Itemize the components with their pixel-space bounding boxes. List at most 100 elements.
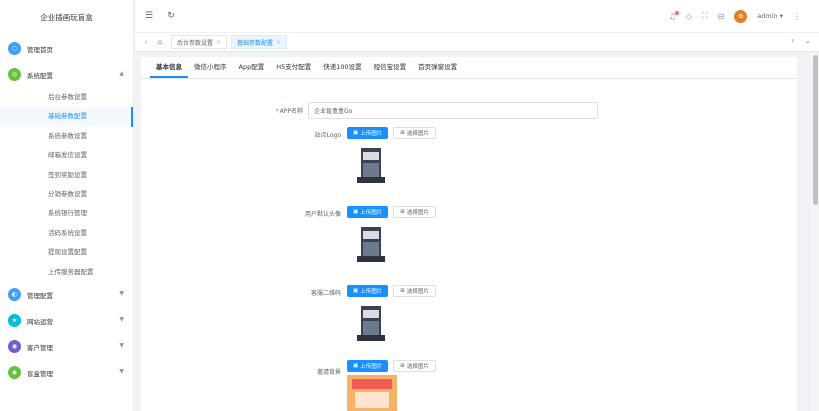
sidebar-subitem[interactable]: 签到奖励设置 [0,166,133,185]
field-label: 用户默认头像 [304,211,341,218]
tag-label: 基础参数配置 [237,39,274,47]
settings-tabs: 基本信息 微信小程序 App配置 H5支付配置 快递100设置 短信宝设置 首页… [141,57,797,79]
gear-icon: ◎ [8,68,21,81]
logo-preview[interactable] [349,144,393,187]
select-image-button[interactable]: ⊞ 选择图片 [393,360,436,372]
tab-h5-payment[interactable]: H5支付配置 [270,57,317,78]
bell-icon[interactable]: ♫ [669,10,679,21]
sidebar-item-home[interactable]: ○ 管理首页 [0,36,133,62]
sidebar: 企业插画玩盲盒 ○ 管理首页 ◎ 系统配置 ▲ 后台参数设置 基础参数配置 系统参数… [0,0,134,411]
star-icon: ★ [8,313,21,327]
select-image-button[interactable]: ⊞ 选择图片 [393,285,436,297]
chevron-down-icon: ▼ [119,315,124,323]
box-icon: ◆ [8,365,21,379]
tag-label: 后台参数设置 [177,39,214,47]
gallery-icon: ⊞ [400,209,405,215]
manage-icon: ◐ [8,287,21,301]
select-image-button[interactable]: ⊞ 选择图片 [393,127,436,139]
field-label: 站点Logo [314,132,341,139]
sidebar-subitem[interactable]: 上传服务器配置 [0,263,133,282]
tags-controls: › ⌄ [791,36,811,45]
image-icon: ▣ [353,363,359,369]
upload-button[interactable]: ▣ 上传图片 [347,206,389,218]
more-icon[interactable]: ⋮ [793,12,801,21]
sidebar-item-label: 管理配置 [27,291,53,300]
chevron-left-icon[interactable]: ‹ [139,38,153,46]
sidebar-item-label: 客户管理 [27,343,53,352]
tag-icon[interactable]: ◇ [686,12,692,21]
sidebar-subitem[interactable]: 系统银行管理 [0,204,133,223]
sidebar-item-blindbox[interactable]: ◆ 盲盒管理 ▼ [0,360,133,386]
tag-basic-params[interactable]: 基础参数配置 ✕ [231,35,288,49]
gallery-icon: ⊞ [400,363,405,369]
chevron-down-icon: ▼ [119,289,124,297]
app-logo-title: 企业插画玩盲盒 [40,13,93,22]
app-name-input[interactable] [308,102,598,119]
sidebar-item-label: 盲盒管理 [27,369,53,378]
fullscreen-icon[interactable]: ⛶ [702,11,708,21]
sidebar-item-manage-config[interactable]: ◐ 管理配置 ▼ [0,282,133,308]
sidebar-subitem[interactable]: 基础参数配置 [0,107,133,127]
image-icon: ▣ [353,130,359,136]
upload-button[interactable]: ▣ 上传图片 [347,285,389,297]
select-image-button[interactable]: ⊞ 选择图片 [393,206,436,218]
field-label: 客服二维码 [310,290,341,297]
top-navbar: ☰ ↻ ♫ ◇ ⛶ ⊟ ✿ admin ▾ ⋮ [135,0,819,32]
refresh-icon[interactable]: ↻ [163,11,179,21]
app-name-label: *APP名称 [275,108,303,115]
tab-app-config[interactable]: App配置 [233,57,271,78]
user-menu[interactable]: admin ▾ [757,12,783,20]
upload-button[interactable]: ▣ 上传图片 [347,127,389,139]
sidebar-item-customers[interactable]: ◉ 客户管理 ▼ [0,334,133,360]
image-icon: ▣ [353,209,359,215]
tab-kuaidi100[interactable]: 快递100设置 [317,57,367,78]
home-tab-icon[interactable]: ⌂ [153,38,167,46]
close-icon[interactable]: ✕ [216,39,221,46]
image-icon: ▣ [353,288,359,294]
sidebar-subitem[interactable]: 提现设置配置 [0,243,133,262]
top-right-tools: ♫ ◇ ⛶ ⊟ ✿ admin ▾ ⋮ [669,0,801,32]
chevron-down-icon: ▼ [119,367,124,375]
qrcode-preview[interactable] [349,302,393,345]
sidebar-item-system-config[interactable]: ◎ 系统配置 ▲ [0,62,133,88]
tab-basic-info[interactable]: 基本信息 [150,57,188,78]
qrcode-row: 客服二维码 [284,288,346,297]
upload-button[interactable]: ▣ 上传图片 [347,360,389,372]
tab-sms[interactable]: 短信宝设置 [368,57,413,78]
sidebar-item-label: 系统配置 [27,72,53,80]
chevron-down-icon: ▼ [119,341,124,349]
home-icon: ○ [8,42,21,55]
sidebar-subitem[interactable]: 系统参数设置 [0,127,133,146]
sidebar-subitem[interactable]: 分销参数设置 [0,185,133,204]
close-icon[interactable]: ✕ [276,39,281,46]
sidebar-item-label: 网站运营 [27,317,53,326]
notification-dot [674,10,679,15]
sidebar-subitem[interactable]: 邮箱发信设置 [0,146,133,165]
tab-wechat-miniprogram[interactable]: 微信小程序 [188,57,233,78]
sidebar-subitem[interactable]: 后台参数设置 [0,88,133,107]
hamburger-icon[interactable]: ☰ [141,11,157,21]
avatar-row: 用户默认头像 [284,209,346,218]
qrcode-buttons: ▣ 上传图片 ⊞ 选择图片 [347,285,436,297]
sidebar-item-label: 管理首页 [27,46,53,54]
gallery-icon: ⊞ [400,288,405,294]
tab-home-popup[interactable]: 首页弹窗设置 [412,57,463,78]
page-scrollbar-thumb[interactable] [813,55,818,205]
avatar[interactable]: ✿ [734,9,748,23]
logo-buttons: ▣ 上传图片 ⊞ 选择图片 [347,127,436,139]
logo-row: 站点Logo [284,130,346,139]
sidebar-subitem[interactable]: 活码系统设置 [0,224,133,243]
settings-card: 基本信息 微信小程序 App配置 H5支付配置 快递100设置 短信宝设置 首页… [141,57,797,411]
chevron-right-icon[interactable]: › [791,36,794,45]
chevron-down-icon[interactable]: ⌄ [804,36,811,45]
invite-bg-preview[interactable] [347,375,397,411]
app-name-row: *APP名称 [246,102,598,119]
avatar-buttons: ▣ 上传图片 ⊞ 选择图片 [347,206,436,218]
lock-icon[interactable]: ⊟ [718,12,725,21]
invite-bg-row: 邀请背景 [284,367,346,376]
tag-backend-params[interactable]: 后台参数设置 ✕ [171,35,228,49]
avatar-preview[interactable] [349,223,393,266]
gallery-icon: ⊞ [400,130,405,136]
user-icon: ◉ [8,339,21,353]
sidebar-item-site-ops[interactable]: ★ 网站运营 ▼ [0,308,133,334]
